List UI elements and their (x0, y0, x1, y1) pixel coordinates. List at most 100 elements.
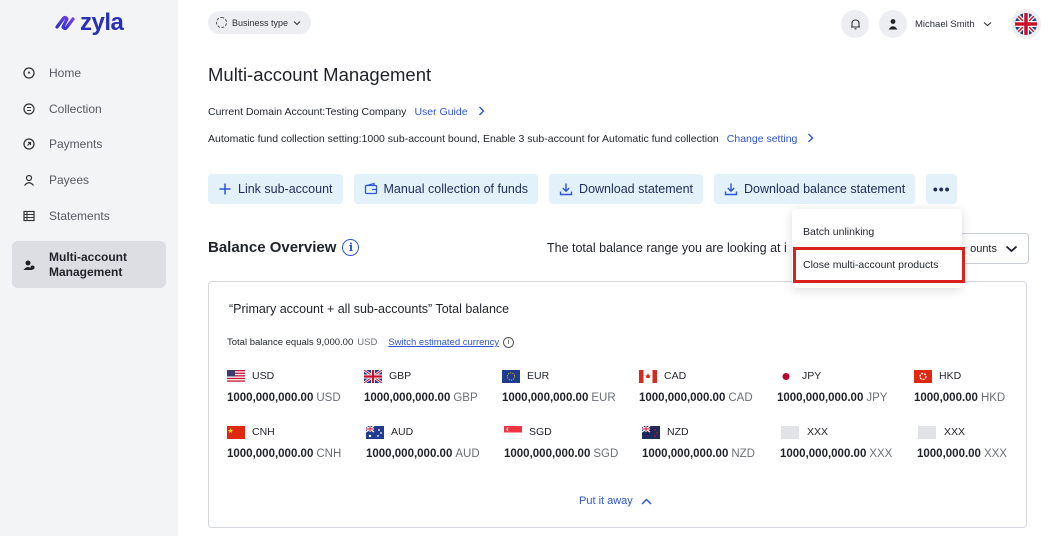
zyla-logo-icon (55, 15, 75, 31)
card-title: “Primary account + all sub-accounts” Tot… (229, 302, 510, 316)
payments-icon (23, 138, 35, 150)
currency-item-hkd: HKD 1000,000.00 HKD (914, 369, 1005, 404)
info-icon[interactable]: i (503, 337, 515, 348)
new-zealand-flag-icon (642, 425, 660, 439)
currency-unit: USD (316, 392, 341, 404)
label-line-1: Multi-account (49, 249, 127, 264)
canada-flag-icon (639, 369, 657, 383)
logo-text: zyla (80, 9, 124, 36)
download-statement-button[interactable]: Download statement (549, 174, 703, 204)
currency-amount: 1000,000,000.00 (780, 448, 867, 460)
china-flag-icon (227, 425, 245, 439)
currency-amount: 1000,000,000.00 (227, 392, 314, 404)
currency-unit: XXX (983, 448, 1007, 460)
sidebar-item-statements[interactable]: Statements (12, 198, 166, 234)
currency-code: CNH (252, 426, 275, 438)
button-label: Download statement (579, 182, 693, 196)
change-setting-link[interactable]: Change setting (727, 133, 798, 145)
manual-collection-button[interactable]: Manual collection of funds (353, 174, 539, 204)
us-flag-icon (227, 369, 245, 383)
chevron-right-icon[interactable] (478, 104, 485, 119)
main-content: Multi-account Management Current Domain … (208, 0, 1038, 536)
more-options-button[interactable]: ••• (926, 174, 958, 204)
sidebar-item-collection[interactable]: Collection (12, 91, 166, 127)
button-label: Manual collection of funds (383, 182, 529, 196)
sidebar: zyla Home Collection Payments Payees Sta… (0, 0, 178, 536)
currency-amount: 1000,000,000.00 (227, 448, 314, 460)
select-value: ounts (970, 242, 997, 255)
currency-item-cad: CAD 1000,000,000.00 CAD (639, 369, 753, 404)
info-icon[interactable]: i (342, 239, 360, 256)
sidebar-item-payees[interactable]: Payees (12, 162, 166, 198)
currency-unit: SGD (593, 448, 619, 460)
currency-code: USD (252, 370, 275, 382)
download-icon (724, 183, 738, 196)
home-icon (23, 67, 35, 79)
menu-item-batch-unlinking[interactable]: Batch unlinking (803, 226, 874, 238)
currency-unit: HKD (980, 392, 1006, 404)
currency-unit: CAD (728, 392, 753, 404)
currency-code: XXX (807, 426, 829, 438)
currency-code: NZD (667, 426, 689, 438)
total-balance-card: “Primary account + all sub-accounts” Tot… (208, 281, 1027, 528)
currency-amount: 1000,000,000.00 (642, 448, 729, 460)
put-away-label: Put it away (579, 495, 633, 507)
currency-amount: 1000,000,000.00 (777, 392, 864, 404)
user-guide-link[interactable]: User Guide (414, 106, 467, 118)
domain-value: Testing Company (325, 105, 407, 118)
currency-amount: 1000,000,000.00 (639, 392, 726, 404)
sidebar-nav: Home Collection Payments Payees Statemen… (12, 55, 166, 289)
currency-item-xxx: XXX 1000,000,000.00 XXX (780, 425, 892, 460)
put-away-toggle[interactable]: Put it away (579, 495, 652, 507)
japan-flag-icon (777, 369, 795, 383)
placeholder-flag-icon (918, 425, 936, 439)
singapore-flag-icon (504, 425, 522, 439)
uk-flag-icon (364, 369, 382, 383)
currency-code: XXX (944, 426, 966, 438)
sidebar-item-label: Payments (49, 137, 103, 152)
currency-item-aud: AUD 1000,000,000.00 AUD (366, 425, 480, 460)
download-balance-statement-button[interactable]: Download balance statement (714, 174, 916, 204)
currency-item-jpy: JPY 1000,000,000.00 JPY (777, 369, 887, 404)
switch-currency-link[interactable]: Switch estimated currency (388, 337, 499, 348)
fund-label: Automatic fund collection setting: (208, 132, 362, 145)
domain-account-line: Current Domain Account: Testing Company … (208, 104, 485, 119)
currency-unit: XXX (869, 448, 893, 460)
sidebar-item-multi-account-management[interactable]: Multi-account Management (12, 241, 166, 289)
plus-icon (219, 183, 231, 195)
currency-item-usd: USD 1000,000,000.00 USD (227, 369, 341, 404)
sidebar-item-payments[interactable]: Payments (12, 126, 166, 162)
currency-code: SGD (529, 426, 552, 438)
sidebar-item-home[interactable]: Home (12, 55, 166, 91)
currency-unit: CNH (316, 448, 342, 460)
australia-flag-icon (366, 425, 384, 439)
sidebar-item-label: Collection (49, 101, 102, 116)
multi-account-icon (23, 259, 35, 271)
currency-code: JPY (802, 370, 822, 382)
currency-amount: 1000,000,000.00 (364, 392, 451, 404)
total-label: Total balance equals 9,000.00 (227, 337, 354, 348)
hong-kong-flag-icon (914, 369, 932, 383)
balance-range-text: The total balance range you are looking … (547, 241, 787, 255)
collection-icon (23, 102, 35, 115)
domain-label: Current Domain Account: (208, 105, 326, 118)
chevron-right-icon[interactable] (807, 131, 814, 146)
currency-amount: 1000,000,000.00 (366, 448, 453, 460)
currency-amount: 1000,000,000.00 (502, 392, 589, 404)
more-options-menu: Batch unlinking Close multi-account prod… (792, 209, 965, 288)
currency-amount: 1000,000.00 (914, 392, 978, 404)
currency-unit: JPY (866, 392, 888, 404)
action-toolbar: Link sub-account Manual collection of fu… (208, 174, 958, 204)
button-label: Download balance statement (744, 182, 906, 196)
currency-item-eur: EUR 1000,000,000.00 EUR (502, 369, 616, 404)
download-icon (559, 183, 573, 196)
currency-unit: AUD (455, 448, 480, 460)
link-sub-account-button[interactable]: Link sub-account (208, 174, 343, 204)
payees-icon (23, 174, 35, 186)
statements-icon (23, 210, 35, 222)
sidebar-item-label: Home (49, 65, 82, 80)
app-logo[interactable]: zyla (54, 9, 124, 37)
currency-item-xxx: XXX 1000,000.00 XXX (917, 425, 1007, 460)
placeholder-flag-icon (781, 425, 799, 439)
currency-unit: GBP (453, 392, 478, 404)
